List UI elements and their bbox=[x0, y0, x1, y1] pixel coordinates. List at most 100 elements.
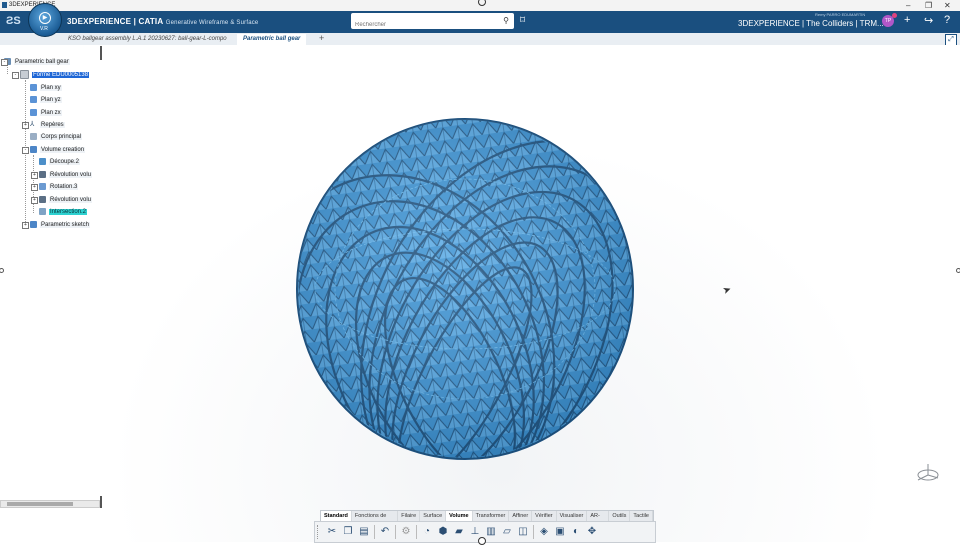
search-box[interactable]: ⚲ bbox=[351, 13, 514, 33]
tree-node-label: Parametric ball gear bbox=[14, 59, 70, 65]
3d-viewport[interactable] bbox=[0, 45, 960, 542]
tree-node-revolution-1[interactable]: Révolution volu bbox=[39, 170, 93, 180]
transform-icon[interactable]: ✥ bbox=[586, 526, 598, 538]
boolean-icon[interactable]: ▣ bbox=[554, 526, 566, 538]
update-icon[interactable]: ⚙ bbox=[400, 526, 412, 538]
tree-splitter[interactable] bbox=[100, 496, 102, 508]
search-icon[interactable]: ⚲ bbox=[503, 16, 509, 25]
action-tab-visualiser[interactable]: Visualiser bbox=[557, 511, 588, 521]
expand-toggle[interactable]: + bbox=[31, 197, 38, 204]
tree-node-rotation[interactable]: Rotation.3 bbox=[39, 182, 79, 192]
tree-node-label: Plan zx bbox=[40, 110, 62, 116]
tree-splitter[interactable] bbox=[100, 46, 102, 60]
compass-label: V.R bbox=[40, 26, 48, 32]
intersection-icon bbox=[39, 207, 46, 215]
thickness-icon[interactable]: ▱ bbox=[501, 526, 513, 538]
compass-orientation-icon[interactable] bbox=[914, 462, 940, 484]
user-name: Remy PARRO EDUMARTIN bbox=[815, 12, 866, 17]
action-tab-transformer[interactable]: Transformer bbox=[473, 511, 510, 521]
grip-handle[interactable] bbox=[317, 525, 322, 539]
revolve-icon[interactable]: ◔ bbox=[421, 526, 433, 538]
tree-node-forme[interactable]: Forme EDU0005138 bbox=[20, 70, 90, 80]
cut-icon[interactable]: ✂ bbox=[326, 526, 338, 538]
compass[interactable]: ▶ V.R bbox=[28, 3, 62, 37]
restore-button[interactable]: ❐ bbox=[925, 1, 932, 10]
tree-node-parametric-ball-gear[interactable]: Parametric ball gear bbox=[4, 57, 70, 67]
collapse-toggle[interactable]: - bbox=[1, 59, 8, 66]
tree-node-corps-principal[interactable]: Corps principal bbox=[30, 132, 83, 142]
action-tab-fonctions-de-base[interactable]: Fonctions de base bbox=[352, 511, 399, 529]
tree-node-label: Plan yz bbox=[40, 97, 62, 103]
expand-toggle[interactable]: + bbox=[22, 122, 29, 129]
action-tab-volume[interactable]: Volume bbox=[446, 511, 473, 521]
tree-node-decoupe[interactable]: Découpe.2 bbox=[39, 157, 81, 167]
revolve-icon bbox=[39, 195, 46, 203]
bottom-notch-icon bbox=[478, 537, 486, 545]
avatar[interactable]: TP bbox=[882, 13, 897, 27]
plane-icon bbox=[30, 83, 37, 91]
action-tab-affiner[interactable]: Affiner bbox=[509, 511, 533, 521]
tree-node-revolution-2[interactable]: Révolution volu bbox=[39, 195, 93, 205]
plane-icon bbox=[30, 95, 37, 103]
separator bbox=[416, 525, 417, 539]
pad-icon[interactable]: ▰ bbox=[453, 526, 465, 538]
tree-horizontal-scrollbar[interactable] bbox=[0, 500, 100, 508]
play-icon[interactable]: ▶ bbox=[39, 12, 51, 24]
share-icon[interactable]: ↪ bbox=[924, 14, 933, 27]
geoset-icon bbox=[30, 145, 37, 153]
ds-logo-icon[interactable]: ƧS bbox=[6, 15, 21, 27]
pocket-icon[interactable]: ⊥ bbox=[469, 526, 481, 538]
action-tab-tactile[interactable]: Tactile bbox=[630, 511, 653, 521]
action-tab-outils[interactable]: Outils bbox=[609, 511, 631, 521]
action-tab-filaire[interactable]: Filaire bbox=[398, 511, 421, 521]
split-icon[interactable]: ◈ bbox=[538, 526, 550, 538]
add-icon[interactable]: + bbox=[904, 14, 910, 26]
tree-node-label: Révolution volu bbox=[49, 197, 93, 203]
tree-node-plan-xy[interactable]: Plan xy bbox=[30, 83, 62, 93]
action-tab-ar-vr[interactable]: AR-VR bbox=[587, 511, 610, 529]
tree-node-label: Volume creation bbox=[40, 147, 86, 153]
new-tab-icon[interactable]: + bbox=[319, 33, 324, 43]
window-notch-icon bbox=[478, 0, 486, 6]
action-tab-surface[interactable]: Surface bbox=[420, 511, 447, 521]
geoset-icon bbox=[30, 220, 37, 228]
tree-node-reperes[interactable]: ⅄ Repères bbox=[30, 120, 65, 130]
action-tab-standard[interactable]: Standard bbox=[321, 511, 352, 521]
ball-gear-model[interactable] bbox=[0, 45, 960, 542]
tree-node-intersection[interactable]: Intersection.2 bbox=[39, 207, 88, 217]
close-button[interactable]: ✕ bbox=[944, 1, 951, 10]
tree-node-plan-yz[interactable]: Plan yz bbox=[30, 95, 62, 105]
right-edge-handle-icon[interactable] bbox=[956, 268, 960, 273]
fillet-icon[interactable]: ◐ bbox=[570, 526, 582, 538]
copy-icon[interactable]: ❐ bbox=[342, 526, 354, 538]
tree-node-label: Rotation.3 bbox=[49, 184, 79, 190]
expand-toggle[interactable]: + bbox=[31, 184, 38, 191]
tree-node-volume-creation[interactable]: Volume creation bbox=[30, 145, 86, 155]
tab-ballgear-assembly[interactable]: KSO ballgear assembly L.A.1 20230627: ba… bbox=[62, 34, 233, 45]
shell-icon[interactable]: ▥ bbox=[485, 526, 497, 538]
collapse-toggle[interactable]: - bbox=[12, 72, 19, 79]
collapse-toggle[interactable]: - bbox=[22, 147, 29, 154]
box-icon[interactable]: ◫ bbox=[517, 526, 529, 538]
undo-icon[interactable]: ↶ bbox=[379, 526, 391, 538]
split-icon bbox=[39, 157, 46, 165]
tree-node-label: Corps principal bbox=[40, 134, 83, 140]
scrollbar-thumb[interactable] bbox=[7, 502, 73, 506]
search-input[interactable] bbox=[351, 17, 499, 33]
separator bbox=[395, 525, 396, 539]
tree-node-plan-zx[interactable]: Plan zx bbox=[30, 108, 62, 118]
expand-toggle[interactable]: + bbox=[31, 172, 38, 179]
tree-node-parametric-sketch[interactable]: Parametric sketch bbox=[30, 220, 91, 230]
tag-icon[interactable]: ⌑ bbox=[520, 15, 525, 26]
revolve-icon bbox=[39, 170, 46, 178]
action-tab-verifier[interactable]: Vérifier bbox=[532, 511, 557, 521]
plane-icon bbox=[30, 108, 37, 116]
paste-icon[interactable]: ▤ bbox=[358, 526, 370, 538]
notification-dot-icon bbox=[892, 13, 897, 18]
expand-toggle[interactable]: + bbox=[22, 222, 29, 229]
extrude-icon[interactable]: ⬢ bbox=[437, 526, 449, 538]
product-title[interactable]: 3DEXPERIENCE | The Colliders | TRM... bbox=[738, 19, 884, 28]
help-icon[interactable]: ? bbox=[944, 14, 950, 26]
minimize-button[interactable]: – bbox=[906, 1, 910, 10]
tree-node-label: Forme EDU0005138 bbox=[32, 72, 90, 79]
